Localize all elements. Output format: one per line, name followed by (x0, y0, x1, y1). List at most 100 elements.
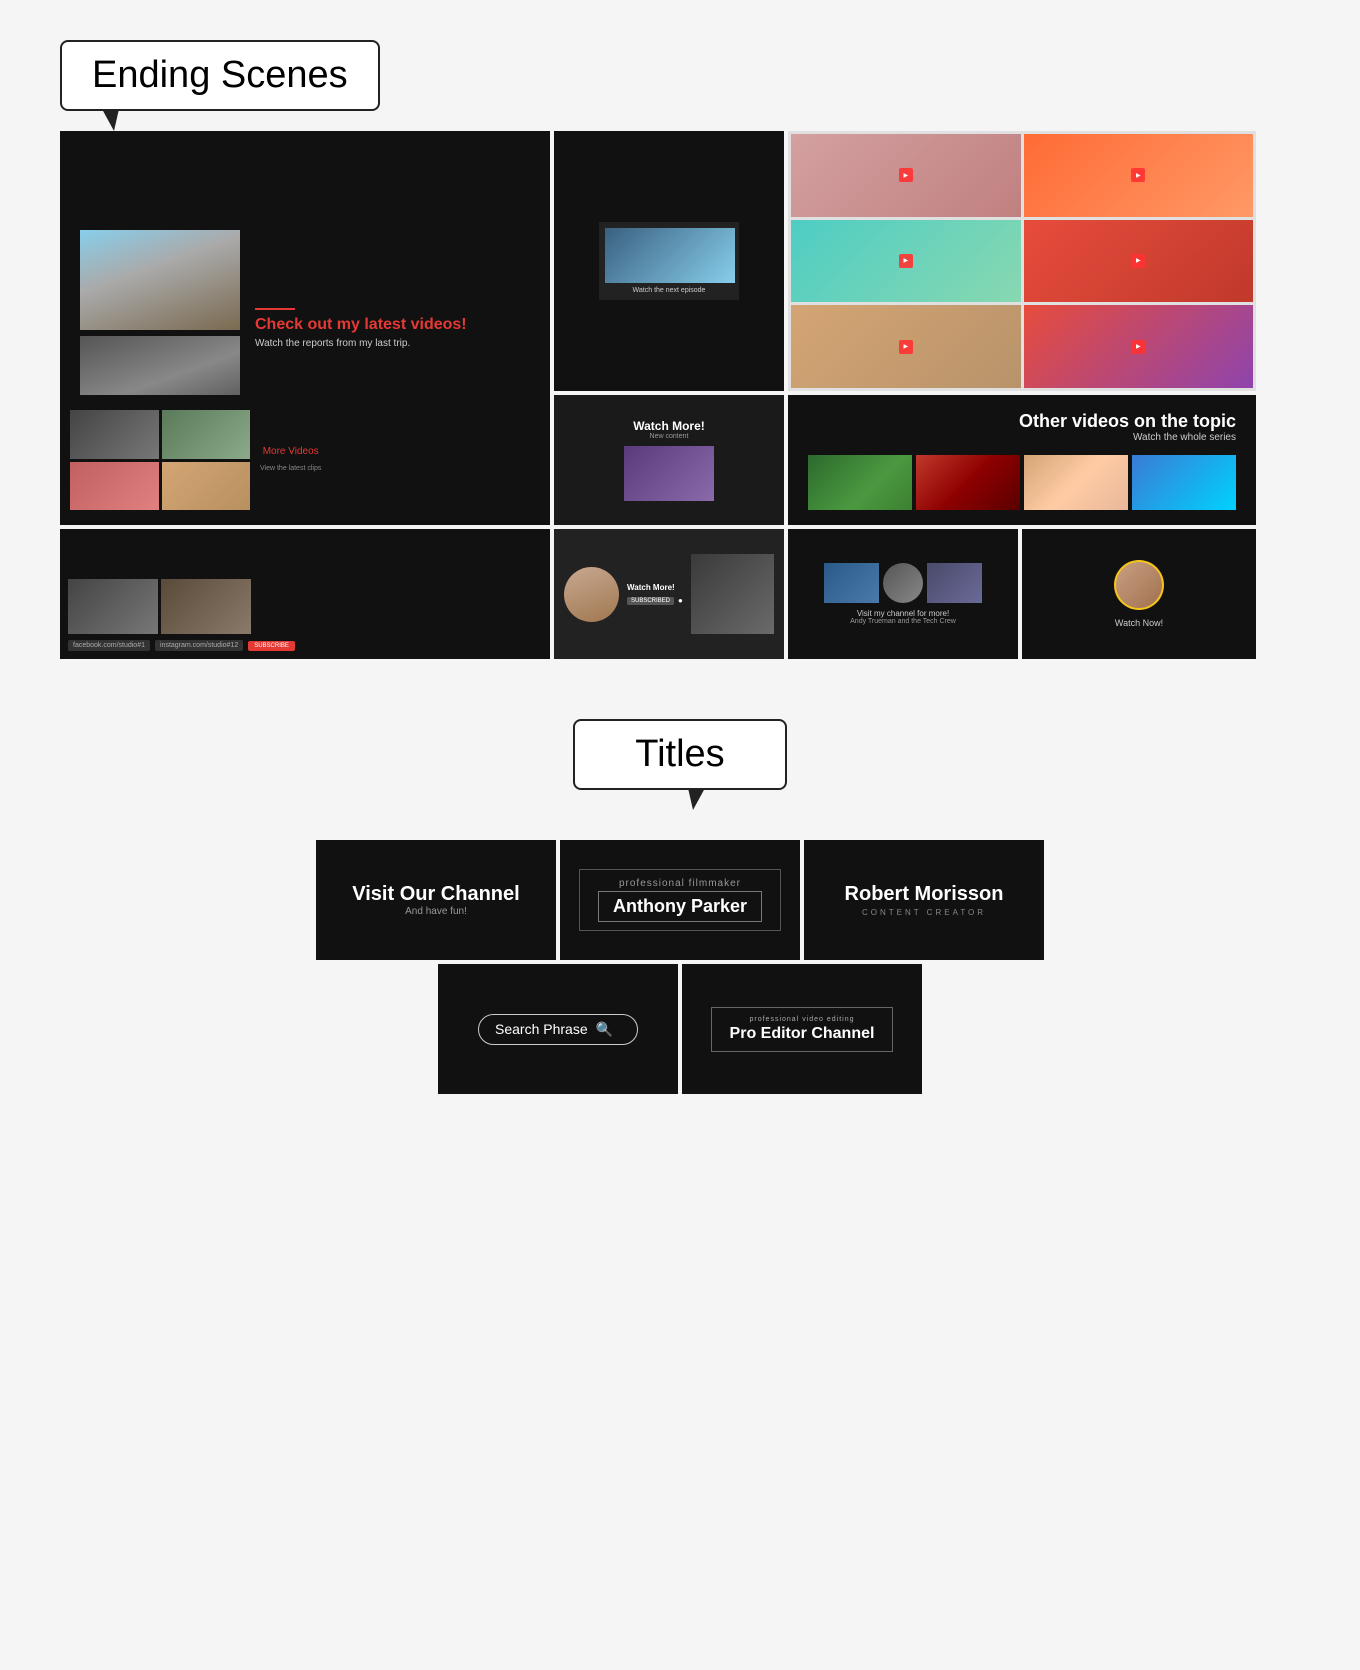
card1-subtitle: Watch the reports from my last trip. (255, 338, 467, 349)
subscribed-badge: SUBSCRIBED (627, 597, 674, 605)
b3-sublabel: Andy Trueman and the Tech Crew (850, 618, 956, 625)
b2-text: Watch More! SUBSCRIBED ● (627, 583, 683, 605)
card1-title-prefix: Check out my (255, 316, 364, 333)
b2-side-image (691, 554, 774, 634)
titles-row-1: Visit Our Channel And have fun! professi… (60, 840, 1300, 960)
b1-img-1 (68, 579, 158, 634)
b2-avatar (564, 567, 619, 622)
c5-img-1 (70, 410, 159, 459)
ending-card-5[interactable]: More Videos View the latest clips (60, 395, 550, 525)
tc1-subtitle: And have fun! (405, 906, 467, 917)
b2-dot: ● (678, 596, 683, 605)
b3-circle-avatar (883, 563, 923, 603)
mountain-image (80, 230, 240, 330)
card1-title: Check out my latest videos! (255, 316, 467, 334)
card5-sublabel: View the latest clips (260, 465, 321, 472)
card4-thumb-3 (1024, 455, 1128, 510)
play-icon-1 (899, 168, 913, 182)
ending-card-watchmore[interactable]: Watch More! New content (554, 395, 784, 525)
tc3-name: Robert Morisson (845, 883, 1004, 906)
titles-section: Titles Visit Our Channel And have fun! p… (60, 719, 1300, 1094)
card4-text: Other videos on the topic Watch the whol… (808, 411, 1236, 443)
play-icon-4 (1131, 254, 1145, 268)
card1-title-highlight: latest videos! (364, 316, 466, 333)
card4-thumbnails (808, 455, 1236, 510)
c5-img-3 (70, 462, 159, 511)
social-icons: facebook.com/studio#1 instagram.com/stud… (68, 640, 542, 651)
search-placeholder: Search Phrase (495, 1021, 588, 1037)
episode-thumbnail (605, 228, 735, 283)
watchmore-sublabel: New content (624, 433, 714, 440)
b2-person-image (564, 567, 619, 622)
ending-card-b4[interactable]: Watch Now! (1022, 529, 1256, 659)
subscribe-button[interactable]: SUBSCRIBE (248, 641, 295, 651)
thumb-4 (1024, 220, 1254, 303)
b2-sub: SUBSCRIBED ● (627, 596, 683, 605)
thumb-2 (1024, 134, 1254, 217)
tc3-subtitle: CONTENT CREATOR (862, 908, 986, 917)
ending-bottom-row: facebook.com/studio#1 instagram.com/stud… (60, 529, 1300, 659)
b1-images (68, 579, 542, 634)
b3-text: Visit my channel for more! Andy Trueman … (850, 609, 956, 625)
tc5-name: Pro Editor Channel (730, 1025, 875, 1043)
red-accent-line (255, 308, 295, 310)
titles-label-wrapper: Titles (60, 719, 1300, 810)
mini-episode: Watch the next episode (599, 222, 739, 300)
play-icon-6 (1131, 340, 1145, 354)
titles-row-2: Search Phrase 🔍 professional video editi… (60, 964, 1300, 1094)
thumb-6 (1024, 305, 1254, 388)
play-icon-5 (899, 340, 913, 354)
titles-label: Titles (573, 719, 786, 790)
b4-face (1116, 562, 1162, 608)
ending-scenes-section: Ending Scenes Check out my latest videos… (60, 40, 1300, 659)
card5-label: More Videos (260, 446, 321, 457)
ending-card-2[interactable]: Watch the next episode (554, 131, 784, 391)
ending-card-b2[interactable]: Watch More! SUBSCRIBED ● (554, 529, 784, 659)
instagram-icon: instagram.com/studio#12 (155, 640, 243, 651)
b3-label: Visit my channel for more! (857, 609, 949, 618)
episode-label: Watch the next episode (605, 287, 733, 294)
card5-text: More Videos View the latest clips (260, 446, 321, 475)
card5-images (70, 410, 250, 510)
title-card-2[interactable]: professional filmmaker Anthony Parker (560, 840, 800, 960)
facebook-icon: facebook.com/studio#1 (68, 640, 150, 651)
tc5-small-label: professional video editing (730, 1016, 875, 1023)
card4-title: Other videos on the topic (808, 411, 1236, 432)
b4-label: Watch Now! (1115, 618, 1163, 628)
watchmore-label: Watch More! (624, 419, 714, 433)
search-box[interactable]: Search Phrase 🔍 (478, 1014, 638, 1045)
ending-card-4[interactable]: Other videos on the topic Watch the whol… (788, 395, 1256, 525)
watchmore-content: Watch More! New content (624, 419, 714, 501)
tc5-box: professional video editing Pro Editor Ch… (711, 1007, 894, 1052)
search-icon: 🔍 (596, 1021, 613, 1038)
phone-image (624, 446, 714, 501)
thumb-1 (791, 134, 1021, 217)
title-card-3[interactable]: Robert Morisson CONTENT CREATOR (804, 840, 1044, 960)
tc2-small-label: professional filmmaker (598, 878, 762, 889)
b1-img-2 (161, 579, 251, 634)
c5-img-2 (162, 410, 251, 459)
b2-label: Watch More! (627, 583, 683, 592)
card4-thumb-4 (1132, 455, 1236, 510)
b3-thumbnails (824, 563, 982, 603)
title-card-4[interactable]: Search Phrase 🔍 (438, 964, 678, 1094)
b3-thumb-1 (824, 563, 879, 603)
card4-subtitle: Watch the whole series (808, 432, 1236, 443)
card1-text: Check out my latest videos! Watch the re… (255, 308, 467, 349)
tc2-box: professional filmmaker Anthony Parker (579, 869, 781, 931)
tc2-name: Anthony Parker (598, 891, 762, 922)
tc1-title: Visit Our Channel (352, 883, 519, 906)
b4-yellow-avatar (1114, 560, 1164, 610)
b2-content: Watch More! SUBSCRIBED ● (564, 554, 774, 634)
ending-scenes-label: Ending Scenes (60, 40, 380, 111)
card4-thumb-1 (808, 455, 912, 510)
ending-card-b1[interactable]: facebook.com/studio#1 instagram.com/stud… (60, 529, 550, 659)
b3-thumb-3 (927, 563, 982, 603)
ending-card-b3[interactable]: Visit my channel for more! Andy Trueman … (788, 529, 1018, 659)
thumb-5 (791, 305, 1021, 388)
c5-img-4 (162, 462, 251, 511)
title-card-1[interactable]: Visit Our Channel And have fun! (316, 840, 556, 960)
ending-card-3[interactable] (788, 131, 1256, 391)
thumb-3 (791, 220, 1021, 303)
title-card-5[interactable]: professional video editing Pro Editor Ch… (682, 964, 922, 1094)
